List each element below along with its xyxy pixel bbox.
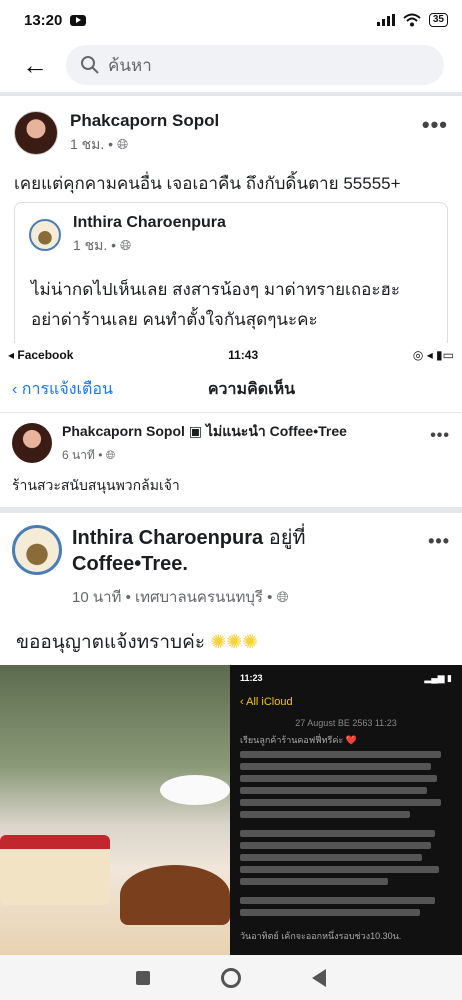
shared-text-line: อย่าด่าร้านเลย คนทำตั้งใจกันสุดๆนะคะ <box>31 310 318 329</box>
notes-screenshot: 11:23 ▂▄▆ ▮ ‹ All iCloud 27 August BE 256… <box>230 665 462 955</box>
avatar <box>12 525 62 575</box>
notes-text-line <box>240 751 442 758</box>
system-nav-bar <box>0 955 462 1000</box>
recents-icon[interactable] <box>135 970 150 985</box>
attached-screenshot[interactable]: ◂ Facebook 11:43 ◎ ◂ ▮▭ ‹ การแจ้งเตือน ค… <box>0 343 462 955</box>
notes-heading: เรียนลูกค้าร้านคอฟฟี่ทรีค่ะ ❤️ <box>240 735 357 745</box>
notes-footer: วันอาทิตย์ เค้กจะออกหนึ่งรอบช่วง10.30น. <box>240 931 402 941</box>
notes-back: ‹ All iCloud <box>240 696 293 708</box>
notes-text-line <box>240 775 438 782</box>
search-icon <box>81 56 99 74</box>
embedded-battery-icon: ◎ ◂ ▮▭ <box>412 348 454 362</box>
table-shape <box>160 775 230 805</box>
search-input[interactable]: ค้นหา <box>66 45 444 85</box>
review-icon: ▣ <box>188 423 203 439</box>
notes-text-line <box>240 897 436 904</box>
embedded-back-link: ‹ การแจ้งเตือน <box>12 381 113 398</box>
post-author[interactable]: Phakcaporn Sopol <box>70 111 422 131</box>
post-text: เคยแต่คุกคามคนอื่น เจอเอาคืน ถึงกับดิ้นต… <box>14 174 401 193</box>
more-options-icon: ••• <box>430 427 450 444</box>
shared-text: ไม่น่ากดไปเห็นเลย สงสารน้องๆ มาด่าทรายเถ… <box>15 259 447 335</box>
notes-text-line <box>240 811 410 818</box>
home-icon[interactable] <box>220 967 241 988</box>
embedded-photos: 11:23 ▂▄▆ ▮ ‹ All iCloud 27 August BE 256… <box>0 665 462 955</box>
status-bar: 13:20 35 <box>0 0 462 40</box>
globe-icon: 🌐︎ <box>119 236 132 253</box>
post-header: Phakcaporn Sopol 1 ชม. • 🌐︎ ••• <box>0 96 462 160</box>
embedded-comment-author-line: Phakcaporn Sopol ▣ ไม่แนะนำ Coffee•Tree <box>62 423 347 439</box>
more-options-icon: ••• <box>428 531 450 551</box>
notes-time: 11:23 <box>240 673 263 683</box>
wifi-icon <box>403 13 421 27</box>
shared-post[interactable]: Inthira Charoenpura 1 ชม. • 🌐︎ ไม่น่ากดไ… <box>14 202 448 362</box>
shared-meta: 1 ชม. • 🌐︎ <box>73 235 433 257</box>
shared-text-line: ไม่น่ากดไปเห็นเลย สงสารน้องๆ มาด่าทรายเถ… <box>31 280 400 299</box>
notes-status-icon: ▂▄▆ ▮ <box>424 673 452 683</box>
notes-text-line <box>240 763 431 770</box>
back-arrow-icon[interactable]: ← <box>22 50 62 81</box>
notes-text-line <box>240 842 431 849</box>
globe-icon: 🌐︎ <box>116 135 129 152</box>
embedded-inner-meta: 10 นาที • เทศบาลนครนนทบุรี • 🌐︎ <box>72 589 289 606</box>
embedded-comment-text: ร้านสวะสนับสนุนพวกล้มเจ้า <box>12 477 180 493</box>
shared-author[interactable]: Inthira Charoenpura <box>73 214 433 232</box>
embedded-title: ความคิดเห็น <box>207 381 296 398</box>
embedded-comment-meta: 6 นาที • 🌐︎ <box>62 448 116 462</box>
signal-icon <box>376 14 395 26</box>
cake-shape <box>120 865 230 925</box>
embedded-nav: ‹ การแจ้งเตือน ความคิดเห็น <box>0 367 462 413</box>
shared-post-header: Inthira Charoenpura 1 ชม. • 🌐︎ <box>15 203 447 259</box>
avatar[interactable] <box>14 111 58 155</box>
sun-emoji-icon: ✺✺✺ <box>210 632 259 653</box>
post: Phakcaporn Sopol 1 ชม. • 🌐︎ ••• เคยแต่คุ… <box>0 96 462 362</box>
cake-shape <box>0 835 110 905</box>
embedded-status-time: 11:43 <box>228 348 259 362</box>
notes-text-line <box>240 830 436 837</box>
embedded-comment-header: Phakcaporn Sopol ▣ ไม่แนะนำ Coffee•Tree … <box>0 413 462 465</box>
embedded-status-app: ◂ Facebook <box>8 348 74 362</box>
search-placeholder: ค้นหา <box>108 55 152 75</box>
embedded-inner-text: ขออนุญาตแจ้งทราบค่ะ ✺✺✺ <box>16 632 259 653</box>
more-options-icon[interactable]: ••• <box>422 112 448 138</box>
post-meta: 1 ชม. • 🌐︎ <box>70 134 422 156</box>
notes-text-line <box>240 799 442 806</box>
cake-photo <box>0 665 230 955</box>
notes-text-line <box>240 787 427 794</box>
notes-text-line <box>240 866 440 873</box>
embedded-inner-post-header: Inthira Charoenpura อยู่ที่ Coffee•Tree. … <box>0 513 462 609</box>
battery-indicator: 35 <box>428 13 448 27</box>
embedded-inner-author: Inthira Charoenpura อยู่ที่ Coffee•Tree. <box>72 527 306 575</box>
shared-time: 1 ชม. • <box>73 236 117 253</box>
search-header: ← ค้นหา <box>0 40 462 90</box>
post-time: 1 ชม. • <box>70 135 114 152</box>
notes-text-line <box>240 878 389 885</box>
notes-text-line <box>240 909 421 916</box>
notes-date: 27 August BE 2563 11:23 <box>295 718 397 728</box>
notes-text-line <box>240 854 423 861</box>
back-icon[interactable] <box>312 968 327 987</box>
avatar[interactable] <box>29 219 61 251</box>
status-time: 13:20 <box>24 11 63 29</box>
embedded-status-bar: ◂ Facebook 11:43 ◎ ◂ ▮▭ <box>0 343 462 367</box>
youtube-notification-icon <box>70 14 87 26</box>
avatar <box>12 423 52 463</box>
